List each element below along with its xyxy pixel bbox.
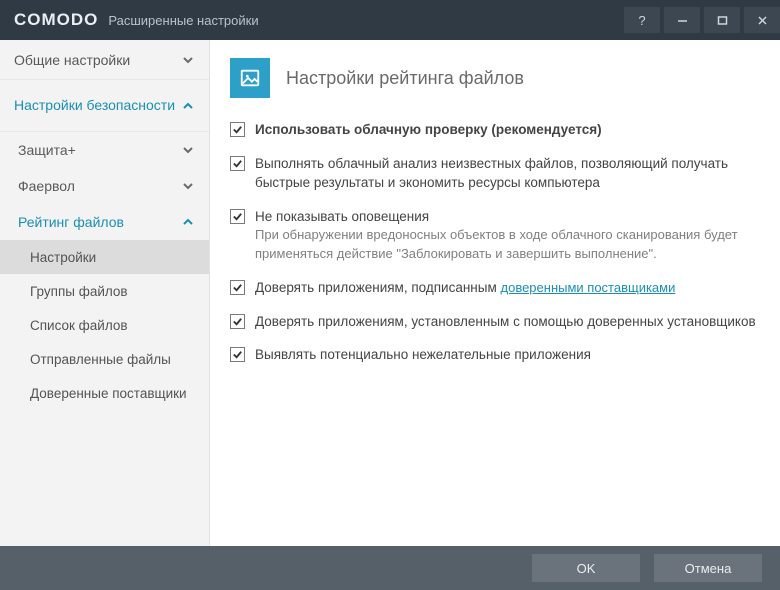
sidebar-leaf-trusted-vendors[interactable]: Доверенные поставщики [0,376,209,412]
maximize-button[interactable] [704,7,740,33]
minimize-icon [677,15,688,26]
sidebar-item-defense[interactable]: Защита+ [0,132,209,168]
page-header: Настройки рейтинга файлов [230,58,760,98]
sidebar-item-label: Отправленные файлы [30,352,171,367]
option-no-alerts: Не показывать оповещения [230,207,760,227]
option-detect-pua: Выявлять потенциально нежелательные прил… [230,345,760,365]
trusted-vendors-link[interactable]: доверенными поставщиками [501,280,676,295]
maximize-icon [717,15,728,26]
minimize-button[interactable] [664,7,700,33]
window-subtitle: Расширенные настройки [108,13,258,28]
ok-button[interactable]: OK [532,554,640,582]
sidebar-leaf-submitted-files[interactable]: Отправленные файлы [0,342,209,376]
checkbox[interactable] [230,314,245,329]
chevron-down-icon [181,179,195,193]
option-label-prefix: Доверять приложениям, подписанным [255,280,501,295]
option-label: Доверять приложениям, установленным с по… [255,312,760,332]
sidebar-item-label: Рейтинг файлов [18,214,124,230]
option-trust-installers: Доверять приложениям, установленным с по… [230,312,760,332]
sidebar-item-label: Группы файлов [30,284,128,299]
sidebar-leaf-settings[interactable]: Настройки [0,240,209,274]
checkbox[interactable] [230,280,245,295]
page-title: Настройки рейтинга файлов [286,68,524,89]
chevron-up-icon [181,99,195,113]
sidebar-item-label: Список файлов [30,318,128,333]
chevron-up-icon [181,215,195,229]
option-label: Выполнять облачный анализ неизвестных фа… [255,154,760,193]
window-controls: ? [620,7,780,33]
footer: OK Отмена [0,546,780,590]
option-description: При обнаружении вредоносных объектов в х… [230,226,760,264]
brand-logo: COMODO [14,10,98,30]
sidebar: Общие настройки Настройки безопасности З… [0,40,210,546]
close-button[interactable] [744,7,780,33]
cancel-button[interactable]: Отмена [654,554,762,582]
sidebar-item-general[interactable]: Общие настройки [0,40,209,80]
checkbox[interactable] [230,122,245,137]
chevron-down-icon [181,143,195,157]
sidebar-leaf-file-list[interactable]: Список файлов [0,308,209,342]
page-icon [230,58,270,98]
option-label: Не показывать оповещения [255,207,760,227]
option-cloud-lookup: Использовать облачную проверку (рекоменд… [230,120,760,140]
sidebar-item-security[interactable]: Настройки безопасности [0,80,209,132]
sidebar-item-firewall[interactable]: Фаервол [0,168,209,204]
sidebar-item-label: Фаервол [18,178,75,194]
image-icon [239,67,261,89]
checkbox[interactable] [230,156,245,171]
sidebar-item-label: Настройки [30,250,96,265]
checkbox[interactable] [230,347,245,362]
sidebar-item-label: Доверенные поставщики [30,385,187,403]
option-label: Выявлять потенциально нежелательные прил… [255,345,760,365]
checkbox[interactable] [230,209,245,224]
help-icon: ? [638,13,645,28]
option-label: Использовать облачную проверку (рекоменд… [255,120,760,140]
option-cloud-analysis: Выполнять облачный анализ неизвестных фа… [230,154,760,193]
sidebar-leaf-file-groups[interactable]: Группы файлов [0,274,209,308]
sidebar-item-file-rating[interactable]: Рейтинг файлов [0,204,209,240]
content-panel: Настройки рейтинга файлов Использовать о… [210,40,780,546]
sidebar-item-label: Защита+ [18,142,76,158]
sidebar-item-label: Настройки безопасности [14,96,175,114]
chevron-down-icon [181,53,195,67]
option-trust-signed: Доверять приложениям, подписанным довере… [230,278,760,298]
close-icon [757,15,768,26]
help-button[interactable]: ? [624,7,660,33]
titlebar: COMODO Расширенные настройки ? [0,0,780,40]
sidebar-item-label: Общие настройки [14,52,130,68]
